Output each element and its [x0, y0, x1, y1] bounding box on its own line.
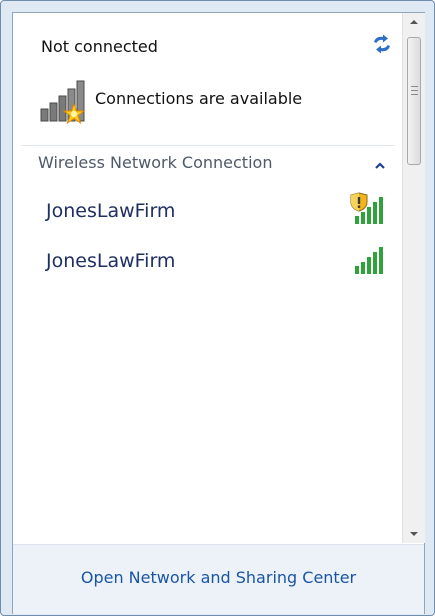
- wireless-section-header[interactable]: Wireless Network Connection: [13, 147, 401, 183]
- wireless-section-label: Wireless Network Connection: [38, 153, 273, 172]
- scrollbar-thumb[interactable]: [407, 37, 421, 165]
- network-item[interactable]: JonesLawFirm: [33, 240, 395, 282]
- open-network-sharing-center-link[interactable]: Open Network and Sharing Center: [13, 568, 424, 587]
- scroll-up-arrow-icon[interactable]: [403, 13, 425, 31]
- network-list-area: Not connected Connections are available …: [13, 13, 401, 543]
- flyout-footer: Open Network and Sharing Center: [13, 544, 424, 614]
- network-bars-warning-icon: [39, 77, 91, 125]
- secured-wifi-signal-icon: [349, 192, 389, 228]
- scroll-down-arrow-icon[interactable]: [403, 525, 425, 543]
- section-divider: [21, 145, 395, 146]
- refresh-icon[interactable]: [371, 33, 393, 55]
- chevron-up-icon[interactable]: [374, 157, 386, 169]
- flyout-panel: Not connected Connections are available …: [12, 12, 425, 614]
- network-item[interactable]: JonesLawFirm: [33, 190, 395, 232]
- vertical-scrollbar[interactable]: [402, 13, 425, 543]
- connection-status-message: Connections are available: [95, 89, 303, 108]
- network-name: JonesLawFirm: [46, 250, 176, 272]
- connection-status-title: Not connected: [41, 37, 158, 56]
- network-flyout: Not connected Connections are available …: [0, 0, 435, 616]
- network-name: JonesLawFirm: [46, 200, 176, 222]
- grip-icon: [411, 86, 418, 95]
- wifi-signal-icon: [349, 242, 389, 278]
